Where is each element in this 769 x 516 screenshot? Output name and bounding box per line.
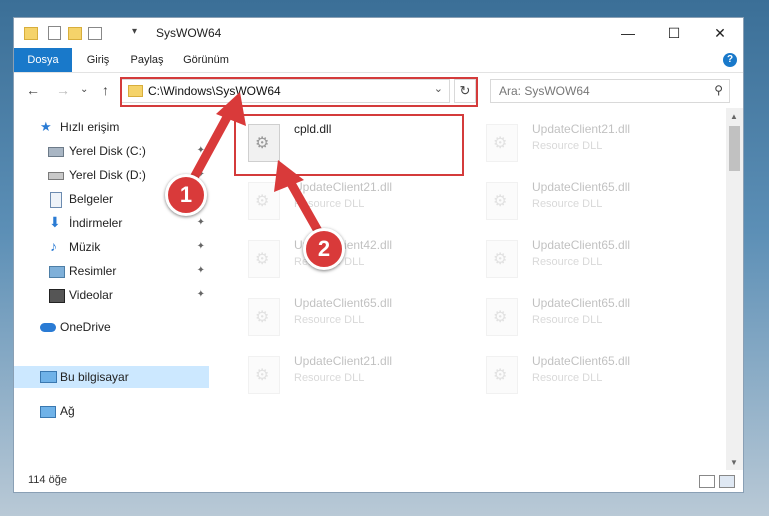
- arrow-1-line: [185, 103, 237, 190]
- annotation-arrows: [185, 92, 327, 243]
- step-2-badge: 2: [303, 228, 345, 270]
- step-1-badge: 1: [165, 174, 207, 216]
